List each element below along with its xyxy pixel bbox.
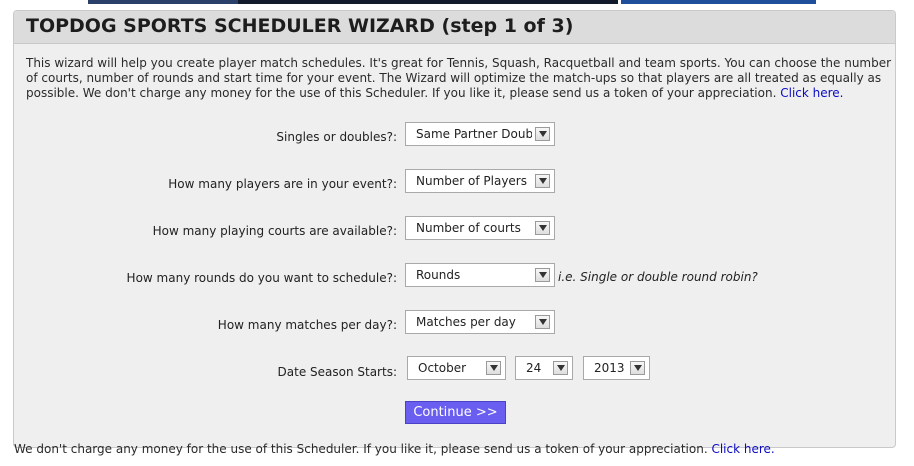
season-start-label: Date Season Starts: [277,365,397,379]
courts-label: How many playing courts are available?: [152,224,397,238]
rounds-value: Rounds [416,268,461,282]
chevron-down-icon [535,221,550,235]
courts-value: Number of courts [416,221,521,235]
players-label: How many players are in your event?: [168,177,397,191]
singles-doubles-value: Same Partner Doubl [416,127,532,141]
wizard-title: TOPDOG SPORTS SCHEDULER WIZARD (step 1 o… [14,11,895,44]
chevron-down-icon [535,174,550,188]
footer-text: We don't charge any money for the use of… [14,442,708,456]
season-year-value: 2013 [594,361,625,375]
rounds-select[interactable]: Rounds [405,263,555,287]
players-select[interactable]: Number of Players [405,169,555,193]
continue-button[interactable]: Continue >> [405,401,506,424]
courts-select[interactable]: Number of courts [405,216,555,240]
season-day-value: 24 [526,361,542,375]
chevron-down-icon [535,127,550,141]
top-banner-strip [88,0,816,4]
intro-text: This wizard will help you create player … [26,56,892,100]
footer-click-here-link[interactable]: Click here. [711,442,774,456]
matches-select[interactable]: Matches per day [405,310,555,334]
chevron-down-icon [535,268,550,282]
season-year-select[interactable]: 2013 [583,356,650,380]
matches-label: How many matches per day?: [217,318,397,332]
banner-segment [88,0,238,4]
players-value: Number of Players [416,174,527,188]
singles-label: Singles or doubles?: [276,130,397,144]
rounds-label: How many rounds do you want to schedule?… [126,271,397,285]
intro-click-here-link[interactable]: Click here. [780,86,843,100]
season-month-select[interactable]: October [407,356,506,380]
banner-segment [238,0,618,4]
chevron-down-icon [553,361,568,375]
season-day-select[interactable]: 24 [515,356,573,380]
matches-value: Matches per day [416,315,516,329]
chevron-down-icon [486,361,501,375]
chevron-down-icon [630,361,645,375]
chevron-down-icon [535,315,550,329]
rounds-hint: i.e. Single or double round robin? [558,270,758,284]
singles-doubles-select[interactable]: Same Partner Doubl [405,122,555,146]
intro-text-block: This wizard will help you create player … [26,56,894,101]
banner-segment [621,0,816,4]
footer-note: We don't charge any money for the use of… [14,442,775,456]
season-month-value: October [418,361,467,375]
